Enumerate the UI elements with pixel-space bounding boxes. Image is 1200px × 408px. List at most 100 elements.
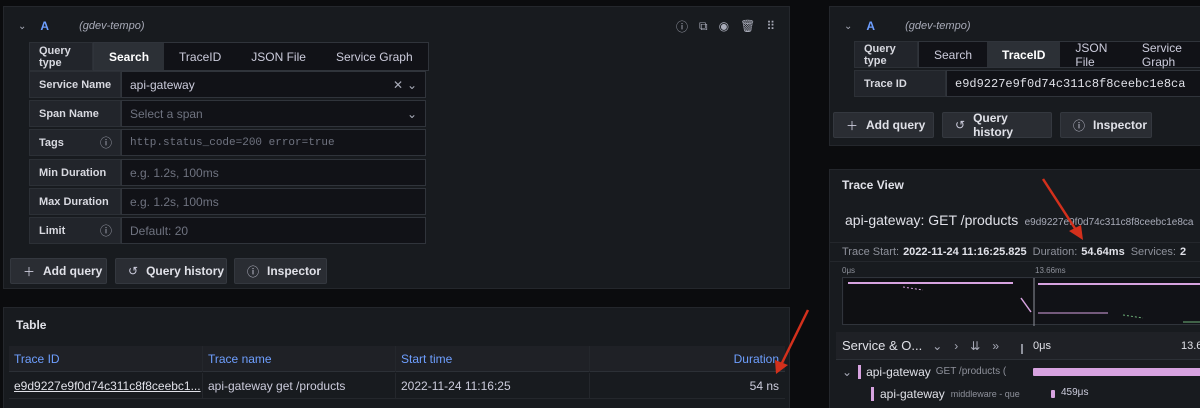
- table-grid: Trace ID Trace name Start time Duration …: [9, 346, 785, 408]
- trace-title-row: api-gateway: GET /products e9d9227e9f0d7…: [845, 212, 1193, 228]
- tab-traceid[interactable]: TraceID: [164, 43, 236, 70]
- limit-label: Limit ⓘ: [29, 217, 121, 244]
- timeline-tick-1: 13.6: [1181, 339, 1200, 352]
- services-value: 2: [1179, 246, 1187, 258]
- query-type-label: Query type: [29, 42, 93, 71]
- col-duration[interactable]: Duration: [590, 346, 785, 372]
- duration-value: 54.64ms: [1081, 246, 1125, 258]
- service-name-value: api-gateway: [130, 77, 195, 92]
- clear-icon[interactable]: ✕: [393, 78, 403, 92]
- inspector-button[interactable]: ⓘ Inspector: [234, 258, 327, 284]
- collapse-chevron-icon[interactable]: ⌄: [844, 21, 852, 32]
- collapse-chevron-icon[interactable]: ⌄: [18, 21, 26, 32]
- copy-icon[interactable]: ⧉: [699, 19, 708, 34]
- cell-trace-id-link[interactable]: e9d9227e9f0d74c311c8f8ceebc1...: [9, 373, 203, 399]
- query-history-label: Query history: [146, 264, 225, 278]
- add-query-button[interactable]: ＋ Add query: [10, 258, 107, 284]
- chevron-down-icon[interactable]: ⌄: [932, 339, 942, 353]
- table-title: Table: [16, 318, 47, 332]
- help-icon[interactable]: ⓘ: [676, 18, 688, 35]
- tab-service-graph[interactable]: Service Graph: [321, 43, 428, 70]
- tags-input[interactable]: http.status_code=200 error=true: [121, 129, 426, 156]
- inspector-label: Inspector: [1093, 118, 1148, 132]
- span-bar: [1033, 368, 1200, 376]
- info-icon[interactable]: ⓘ: [100, 222, 112, 239]
- left-query-panel: ⌄ A (gdev-tempo) ⓘ ⧉ ◉ 🗑 ⠿ Query type Se…: [3, 6, 790, 289]
- span-bar-small: [1051, 390, 1055, 398]
- limit-placeholder: Default: 20: [130, 223, 189, 238]
- column-resizer[interactable]: [1021, 344, 1023, 354]
- trace-summary: Trace Start: 2022-11-24 11:16:25.825 Dur…: [830, 242, 1200, 262]
- datasource-name: (gdev-tempo): [905, 20, 971, 32]
- inspector-button[interactable]: ⓘ Inspector: [1060, 112, 1152, 138]
- max-duration-input[interactable]: e.g. 1.2s, 100ms: [121, 188, 426, 215]
- tab-json-file[interactable]: JSON File: [1060, 41, 1126, 69]
- chevron-down-icon[interactable]: ⌄: [407, 107, 417, 121]
- chevron-down-icon[interactable]: ⌄: [407, 78, 417, 92]
- info-icon[interactable]: ⓘ: [100, 134, 112, 151]
- trace-start-value: 2022-11-24 11:16:25.825: [903, 246, 1027, 258]
- query-history-button[interactable]: ↺ Query history: [115, 258, 227, 284]
- minimap-tick-0: 0μs: [842, 266, 856, 275]
- col-trace-id[interactable]: Trace ID: [9, 346, 203, 372]
- table-panel: Table Trace ID Trace name Start time Dur…: [3, 307, 790, 408]
- service-name-select[interactable]: api-gateway ✕ ⌄: [121, 71, 426, 98]
- service-operation-header: Service & O...: [842, 338, 923, 353]
- minimap-tick-1: 13.66ms: [1035, 266, 1066, 275]
- chevron-right-icon[interactable]: ›: [954, 339, 958, 353]
- span-name-select[interactable]: Select a span ⌄: [121, 100, 426, 127]
- minimap-graph: [844, 278, 1200, 326]
- double-chevron-down-icon[interactable]: ⇊: [970, 339, 980, 353]
- query-letter: A: [40, 19, 50, 33]
- cell-start-time: 2022-11-24 11:16:25: [396, 373, 590, 399]
- trace-view-title: Trace View: [842, 178, 904, 192]
- minimap-green-dots: [1122, 314, 1144, 319]
- add-query-label: Add query: [43, 264, 103, 278]
- trace-id-label: Trace ID: [854, 70, 946, 97]
- span-service: api-gateway: [880, 386, 945, 401]
- datasource-name: (gdev-tempo): [79, 20, 145, 32]
- trace-minimap[interactable]: [842, 277, 1200, 326]
- limit-label-text: Limit: [39, 224, 66, 237]
- col-trace-name[interactable]: Trace name: [203, 346, 396, 372]
- tags-label: Tags ⓘ: [29, 129, 121, 156]
- tab-search[interactable]: Search: [919, 42, 987, 67]
- query-history-button[interactable]: ↺ Query history: [942, 111, 1052, 139]
- tags-placeholder: http.status_code=200 error=true: [130, 136, 335, 149]
- trace-id-small: e9d9227e9f0d74c311c8f8ceebc1e8ca: [1024, 217, 1194, 228]
- trace-id-input[interactable]: e9d9227e9f0d74c311c8f8ceebc1e8ca: [946, 70, 1200, 97]
- max-duration-placeholder: e.g. 1.2s, 100ms: [130, 194, 219, 209]
- history-icon: ↺: [128, 264, 139, 278]
- trace-title: api-gateway: GET /products: [845, 212, 1019, 228]
- min-duration-input[interactable]: e.g. 1.2s, 100ms: [121, 159, 426, 186]
- eye-icon[interactable]: ◉: [719, 19, 729, 33]
- span-operation: middleware - que: [950, 388, 1020, 399]
- span-name-placeholder: Select a span: [130, 106, 203, 121]
- trash-icon[interactable]: 🗑: [740, 19, 755, 33]
- cell-trace-name: api-gateway get /products: [203, 373, 396, 399]
- query-letter: A: [866, 19, 876, 33]
- plus-icon: ＋: [846, 118, 859, 133]
- span-row[interactable]: api-gateway middleware - que 459μs: [836, 383, 1200, 404]
- tab-json-file[interactable]: JSON File: [236, 43, 321, 70]
- limit-input[interactable]: Default: 20: [121, 217, 426, 244]
- trace-start-label: Trace Start:: [842, 246, 900, 258]
- chevron-down-icon[interactable]: ⌄: [842, 365, 852, 379]
- span-row[interactable]: ⌄ api-gateway GET /products (54.64: [836, 361, 1200, 382]
- add-query-button[interactable]: ＋ Add query: [833, 112, 934, 138]
- query-type-label: Query type: [854, 41, 918, 68]
- double-chevron-right-icon[interactable]: »: [992, 339, 999, 353]
- min-duration-label: Min Duration: [29, 159, 121, 186]
- tab-traceid[interactable]: TraceID: [987, 42, 1061, 67]
- min-duration-placeholder: e.g. 1.2s, 100ms: [130, 165, 219, 180]
- info-icon: ⓘ: [247, 264, 260, 279]
- tab-search[interactable]: Search: [94, 43, 165, 70]
- span-color-marker: [858, 364, 862, 379]
- col-start-time[interactable]: Start time: [396, 346, 590, 372]
- tab-service-graph[interactable]: Service Graph: [1127, 41, 1200, 69]
- table-row: e9d9227e9f0d74c311c8f8ceebc1... api-gate…: [9, 373, 785, 399]
- drag-handle-icon[interactable]: ⠿: [766, 19, 775, 33]
- duration-label: Duration:: [1032, 246, 1078, 258]
- trace-id-value: e9d9227e9f0d74c311c8f8ceebc1e8ca: [955, 76, 1186, 91]
- trace-view-panel: Trace View api-gateway: GET /products e9…: [829, 169, 1200, 408]
